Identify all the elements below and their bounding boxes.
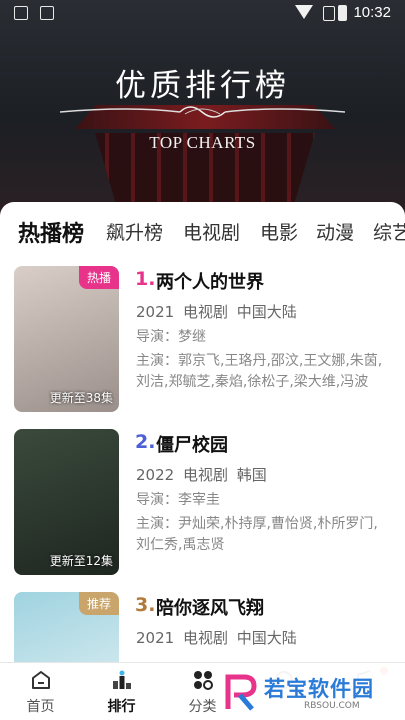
status-bar: 10:32 <box>0 0 405 28</box>
watermark-sub: RBSOU.COM <box>304 701 360 711</box>
show-title[interactable]: 陪你逐风飞翔 <box>156 594 264 620</box>
poster-image[interactable]: 更新至12集 <box>14 429 119 575</box>
watermark: 若宝软件园 RBSOU.COM <box>220 667 400 717</box>
recommend-badge: 推荐 <box>78 592 119 615</box>
show-region: 中国大陆 <box>236 303 297 321</box>
page-title: 优质排行榜 <box>115 68 290 104</box>
sim-icon <box>323 6 335 21</box>
update-status: 更新至38集 <box>49 391 113 405</box>
show-director: 导演：梦继 <box>136 329 206 345</box>
update-status: 更新至12集 <box>49 554 113 568</box>
home-icon <box>32 671 50 689</box>
show-year: 2021 <box>136 629 175 647</box>
ranking-item[interactable]: 更新至12集 2. 僵尸校园 2022 电视剧 韩国 导演：李宰圭 主演：尹灿荣… <box>0 429 405 579</box>
nav-home-label: 首页 <box>26 699 55 715</box>
tab-hot[interactable]: 热播榜 <box>18 216 84 248</box>
ranking-item[interactable]: 热播 更新至38集 1. 两个人的世界 2021 电视剧 中国大陆 导演：梦继 … <box>0 266 405 416</box>
tab-tv-series[interactable]: 电视剧 <box>183 218 240 245</box>
category-icon <box>194 671 213 690</box>
nav-ranking[interactable]: 排行 <box>81 663 162 720</box>
show-type: 电视剧 <box>182 303 228 321</box>
show-meta: 2022 电视剧 韩国 <box>136 464 267 485</box>
show-year: 2022 <box>136 466 175 484</box>
watermark-logo-icon <box>225 674 257 711</box>
tab-rising[interactable]: 飙升榜 <box>106 218 163 245</box>
rank-number: 2. <box>135 431 156 453</box>
show-cast: 主演：郭京飞,王珞丹,邵汶,王文娜,朱茵,刘洁,郑毓芝,秦焰,徐松子,梁大维,冯… <box>136 353 383 390</box>
show-meta: 2021 电视剧 中国大陆 <box>136 301 297 322</box>
tab-movies[interactable]: 电影 <box>260 218 298 245</box>
wifi-icon <box>295 5 313 19</box>
tab-anime[interactable]: 动漫 <box>316 218 354 245</box>
ranking-panel: 热播榜 飙升榜 电视剧 电影 动漫 综艺 热播 更新至38集 1. 两个人的世界… <box>0 202 405 662</box>
show-type: 电视剧 <box>182 629 228 647</box>
app-notification-icon <box>40 6 54 20</box>
rank-number: 3. <box>135 594 156 616</box>
show-year: 2021 <box>136 303 175 321</box>
nav-home[interactable]: 首页 <box>0 663 81 720</box>
show-title[interactable]: 两个人的世界 <box>156 268 264 294</box>
show-director: 导演：李宰圭 <box>136 492 220 508</box>
hot-badge: 热播 <box>78 266 119 289</box>
nav-ranking-label: 排行 <box>107 699 136 715</box>
show-type: 电视剧 <box>182 466 228 484</box>
tab-variety[interactable]: 综艺 <box>373 218 405 245</box>
poster-image[interactable]: 热播 更新至38集 <box>14 266 119 412</box>
ornament-divider-icon <box>60 106 345 118</box>
rank-number: 1. <box>135 268 156 290</box>
battery-icon <box>338 5 347 21</box>
gallery-icon <box>14 6 28 20</box>
ranking-item[interactable]: 推荐 3. 陪你逐风飞翔 2021 电视剧 中国大陆 <box>0 592 405 662</box>
category-tabs: 热播榜 飙升榜 电视剧 电影 动漫 综艺 <box>0 216 405 252</box>
status-time: 10:32 <box>353 4 391 21</box>
show-region: 中国大陆 <box>236 629 297 647</box>
poster-image[interactable]: 推荐 <box>14 592 119 662</box>
page-subtitle: TOP CHARTS <box>149 133 256 152</box>
header-banner: 10:32 优质排行榜 TOP CHARTS <box>0 0 405 215</box>
ranking-icon <box>113 670 131 689</box>
show-title[interactable]: 僵尸校园 <box>156 431 228 457</box>
show-region: 韩国 <box>236 466 267 484</box>
show-meta: 2021 电视剧 中国大陆 <box>136 627 297 648</box>
watermark-text: 若宝软件园 <box>264 677 374 701</box>
show-cast: 主演：尹灿荣,朴持厚,曹怡贤,朴所罗门,刘仁秀,禹志贤 <box>136 516 378 553</box>
